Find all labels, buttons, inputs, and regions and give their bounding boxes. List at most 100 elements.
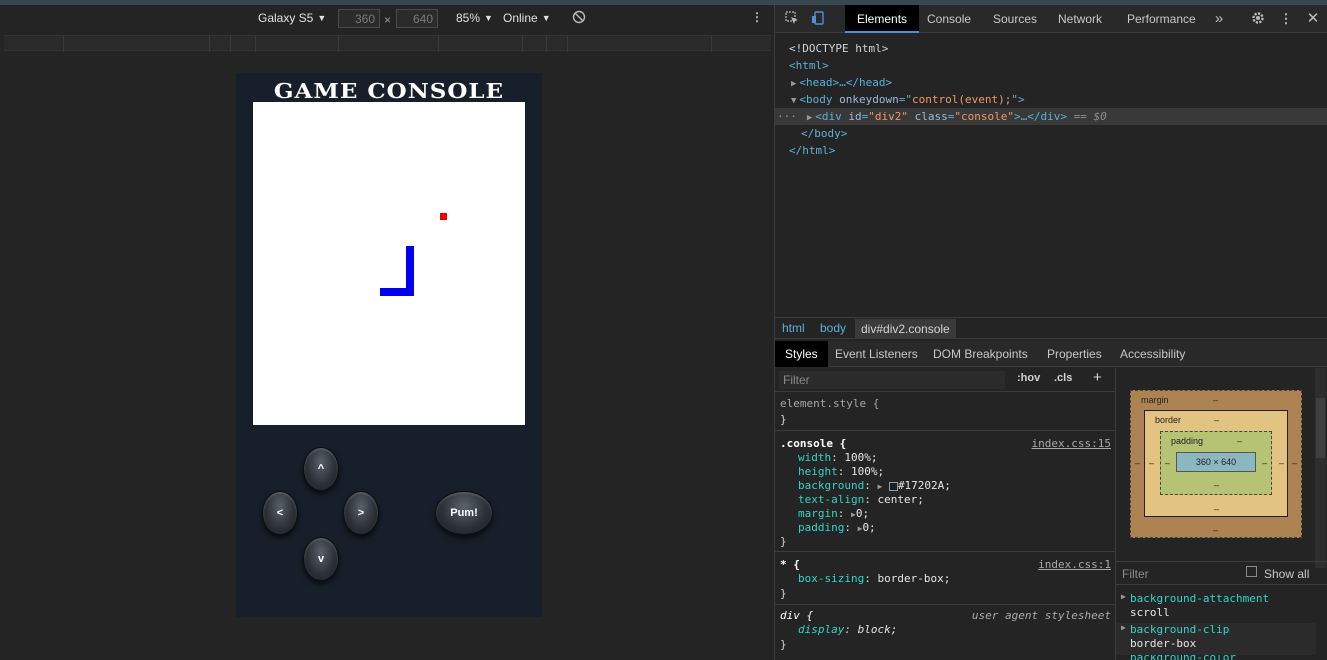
game-console: GAME CONSOLE ^ < > v Pum! [236,73,542,617]
dom-head[interactable]: ▶ <head>…</head> [775,74,1327,91]
tab-network[interactable]: Network [1046,5,1114,33]
rotate-icon[interactable] [572,10,586,24]
rule-selector: .console { [780,437,847,450]
styles-filter-row: Filter :hov .cls + [775,368,1115,392]
breadcrumb-div[interactable]: div#div2.console [855,319,956,339]
tab-properties[interactable]: Properties [1037,341,1112,367]
computed-property[interactable]: background-color [1116,655,1316,660]
snake-segment [406,246,414,296]
styles-pane: Filter :hov .cls + element.style { } .co… [775,368,1115,660]
food-pellet [440,213,447,220]
collapsed-arrow-icon: ▶ [806,113,813,123]
expand-arrow-icon: ▶ [877,482,883,491]
width-input[interactable]: 360 [338,9,380,28]
tab-performance[interactable]: Performance [1115,5,1208,33]
style-prop-row[interactable]: text-align: center; [798,493,924,507]
style-prop-row[interactable]: box-sizing: border-box; [798,572,950,586]
computed-property[interactable]: ▶ background-attachment scroll [1116,592,1316,624]
inspect-element-icon[interactable] [784,11,800,27]
height-input[interactable]: 640 [396,9,438,28]
hov-toggle[interactable]: :hov [1017,372,1040,384]
media-query-ruler [4,35,771,52]
rule-source-link[interactable]: index.css:15 [1032,437,1111,450]
dom-doctype[interactable]: <!DOCTYPE html> [775,40,1327,57]
dropdown-caret-icon: ▼ [484,13,493,23]
more-tabs-icon[interactable]: » [1211,11,1227,27]
tab-accessibility[interactable]: Accessibility [1110,341,1195,367]
rule-close: } [780,535,787,548]
tab-console[interactable]: Console [915,5,983,33]
zoom-select[interactable]: 85% ▼ [456,11,493,25]
device-toolbar: Galaxy S5 ▼ 360 × 640 85% ▼ Online ▼ ⋮ [0,5,773,33]
dom-tree: <!DOCTYPE html> <html> ▶ <head>…</head> ▼… [775,34,1327,317]
computed-pane: margin – – – – border – – – – padding – … [1115,368,1327,660]
rule-div-ua: div { user agent stylesheet display: blo… [775,606,1115,660]
tab-elements[interactable]: Elements [845,5,920,33]
rule-selector: div { [780,609,814,622]
more-options-icon[interactable]: ⋮ [751,10,763,24]
tab-event-listeners[interactable]: Event Listeners [825,341,928,367]
breadcrumb: html body div#div2.console [775,317,1327,339]
close-icon[interactable]: ✕ [1305,11,1321,27]
new-rule-button[interactable]: + [1093,369,1102,386]
style-prop-row[interactable]: padding: ▶0; [798,521,876,535]
rule-selector: element.style { [780,397,880,410]
style-prop-row[interactable]: display: block; [798,623,897,637]
dropdown-caret-icon: ▼ [541,13,551,23]
network-value: Online [503,11,538,25]
computed-filter-input[interactable]: Filter [1122,567,1149,581]
style-prop-row[interactable]: margin: ▶0; [798,507,869,521]
computed-filter-row: Filter Show all [1116,561,1327,585]
style-prop-row[interactable]: height: 100%; [798,465,884,479]
style-prop-row[interactable]: background: ▶ #17202A; [798,479,951,493]
breadcrumb-body[interactable]: body [820,321,846,335]
computed-scrollbar[interactable] [1315,368,1326,568]
rule-close: } [780,638,787,651]
device-select[interactable]: Galaxy S5 ▼ [258,11,326,25]
tab-styles[interactable]: Styles [775,341,828,367]
rule-source-link[interactable]: index.css:1 [1038,558,1111,571]
dom-html[interactable]: <html> [775,57,1327,74]
right-button[interactable]: > [343,491,379,535]
style-prop-row[interactable]: width: 100%; [798,451,878,465]
device-toggle-icon[interactable] [810,11,826,27]
dropdown-caret-icon: ▼ [317,13,327,23]
tab-dom-breakpoints[interactable]: DOM Breakpoints [923,341,1038,367]
styles-filter-input[interactable]: Filter [779,371,1005,389]
zoom-value: 85% [456,11,481,25]
left-button[interactable]: < [262,491,298,535]
network-throttle-select[interactable]: Online ▼ [503,11,551,25]
rule-console: .console { index.css:15 width: 100%; hei… [775,432,1115,552]
box-model-margin[interactable]: margin – – – – border – – – – padding – … [1130,390,1302,538]
box-model-content[interactable]: 360 × 640 [1176,452,1256,472]
elements-subtabs: Styles Event Listeners DOM Breakpoints P… [775,341,1327,367]
times-sign: × [384,13,392,27]
dom-div-console[interactable]: ··· ▶ <div id="div2" class="console">…</di… [775,108,1327,125]
cls-toggle[interactable]: .cls [1054,372,1072,384]
show-all-checkbox[interactable] [1246,566,1257,577]
dom-body-close[interactable]: </body> [775,125,1327,142]
box-model-border[interactable]: border – – – – padding – – – – 360 × 640 [1144,410,1288,517]
device-viewport: Galaxy S5 ▼ 360 × 640 85% ▼ Online ▼ ⋮ G… [0,5,773,660]
rule-universal: * { index.css:1 box-sizing: border-box; … [775,553,1115,605]
devtools-tabbar: Elements Console Sources Network Perform… [775,5,1327,33]
game-screen [253,102,525,425]
dom-body[interactable]: ▼ <body onkeydown="control(event);"> [775,91,1327,108]
expand-arrow-icon: ▶ [1121,623,1126,632]
breadcrumb-html[interactable]: html [782,321,805,335]
up-button[interactable]: ^ [303,447,339,491]
show-all-label: Show all [1264,567,1310,581]
expand-arrow-icon: ▶ [1121,592,1126,601]
customize-menu-icon[interactable]: ⋮ [1278,11,1294,27]
computed-property[interactable]: ▶ background-clip border-box [1116,623,1316,655]
box-model-padding[interactable]: padding – – – – 360 × 640 [1160,431,1272,495]
down-button[interactable]: v [303,537,339,581]
action-button[interactable]: Pum! [435,491,493,535]
rule-element-style: element.style { } [775,394,1115,431]
device-name: Galaxy S5 [258,11,314,25]
tab-sources[interactable]: Sources [981,5,1049,33]
console-title: GAME CONSOLE [273,79,505,104]
color-swatch[interactable] [888,481,898,491]
settings-gear-icon[interactable] [1250,11,1266,27]
dom-html-close[interactable]: </html> [775,142,1327,159]
